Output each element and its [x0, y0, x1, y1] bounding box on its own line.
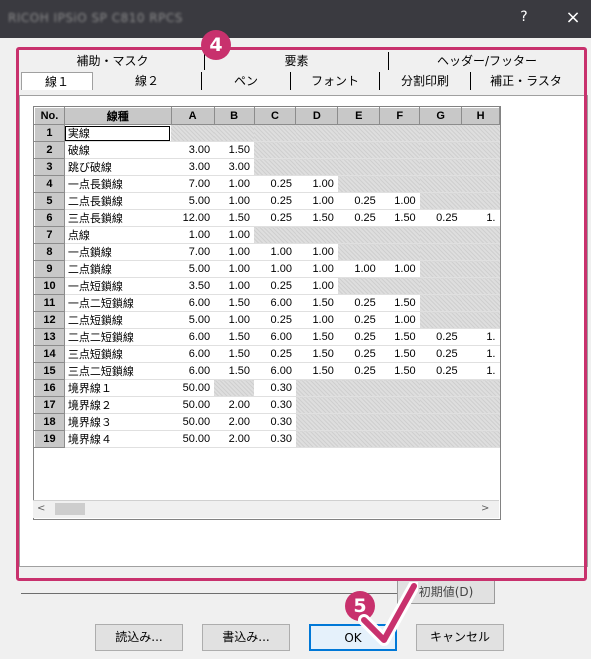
close-button[interactable]: ×	[561, 7, 585, 31]
title-bar: RICOH IPSiO SP C810 RPCS ? ×	[0, 0, 591, 38]
highlight-frame	[16, 47, 587, 581]
save-button[interactable]: 書込み...	[202, 624, 290, 651]
help-button[interactable]: ?	[512, 9, 536, 29]
window-title: RICOH IPSiO SP C810 RPCS	[8, 11, 183, 25]
divider	[21, 593, 397, 594]
background-window-strip	[0, 38, 13, 659]
load-button[interactable]: 読込み...	[95, 624, 183, 651]
checkmark-icon	[358, 582, 418, 646]
cancel-button[interactable]: キャンセル	[416, 624, 504, 651]
step-4-badge: 4	[201, 30, 231, 60]
